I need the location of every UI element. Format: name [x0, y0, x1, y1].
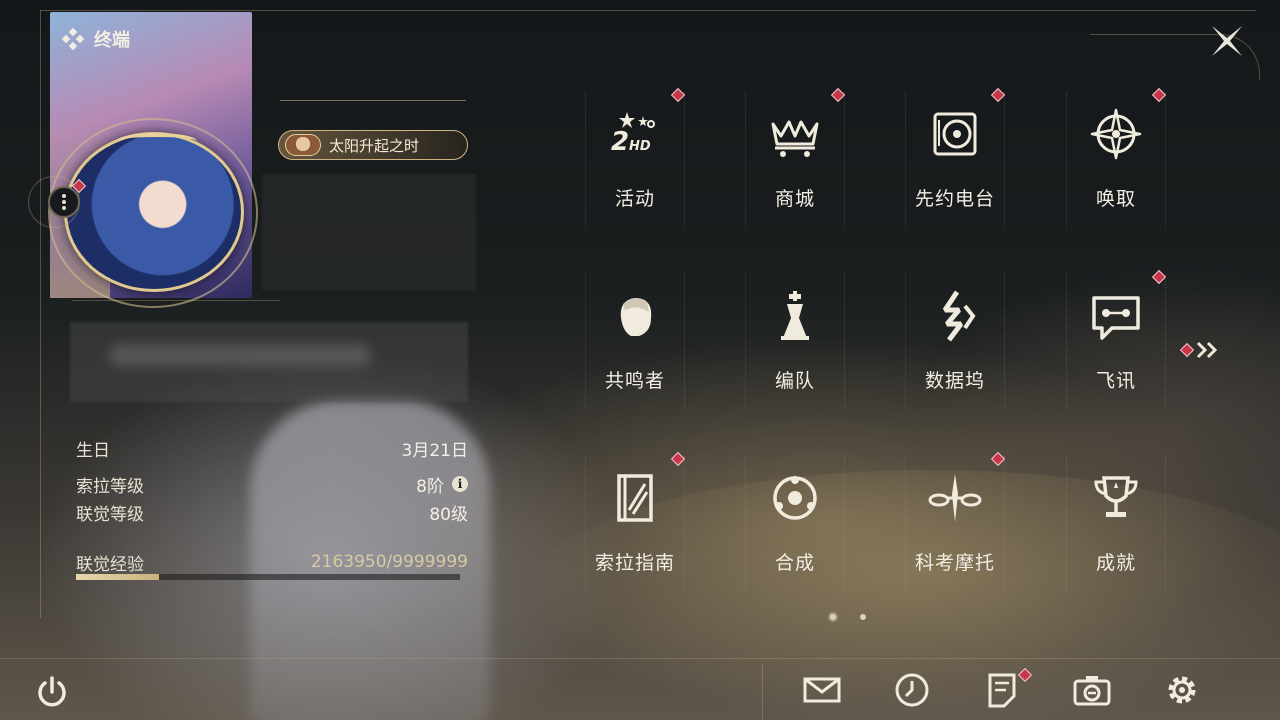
- more-options-button[interactable]: [48, 186, 80, 218]
- menu-item-team[interactable]: 编队: [745, 274, 845, 410]
- exp-progress-fill: [76, 574, 160, 580]
- double-chevron-right-icon: [1196, 341, 1218, 359]
- camera-icon: [1073, 676, 1111, 706]
- menu-item-convene[interactable]: 唤取: [1066, 87, 1167, 228]
- menu-item-event[interactable]: 2 HD 活动: [585, 87, 686, 228]
- notice-button[interactable]: [982, 670, 1022, 710]
- menu-item-shop[interactable]: 商城: [745, 87, 846, 228]
- vertical-ellipsis-icon: [62, 194, 66, 210]
- bottom-bar-vertical-divider: [762, 664, 763, 720]
- mail-button[interactable]: [802, 670, 842, 710]
- stat-value: 8阶: [416, 476, 444, 497]
- stat-union-level: 联觉等级 80级: [76, 500, 468, 525]
- exp-progress-bar: [76, 574, 460, 580]
- bottom-bar-divider: [0, 658, 1280, 659]
- profile-title-divider: [280, 100, 466, 101]
- stat-label: 索拉等级: [76, 476, 144, 497]
- activity-log-button[interactable]: [892, 670, 932, 710]
- menu-item-sol-guide[interactable]: 索拉指南: [585, 451, 686, 592]
- stat-value: 3月21日: [401, 440, 468, 461]
- stat-birthday: 生日 3月21日: [76, 436, 468, 461]
- next-page-button[interactable]: [1196, 340, 1220, 360]
- player-signature-obscured[interactable]: [70, 322, 468, 402]
- menu-item-data-dock[interactable]: 数据坞: [905, 274, 1005, 410]
- stat-label: 联觉经验: [76, 554, 144, 575]
- info-icon[interactable]: i: [452, 476, 468, 492]
- power-icon: [38, 676, 66, 707]
- title-badge-avatar: [285, 134, 321, 156]
- laurel-crown-icon: [117, 133, 197, 149]
- avatar[interactable]: [64, 132, 244, 292]
- menu-item-synthesis[interactable]: 合成: [745, 456, 845, 592]
- settings-button[interactable]: [1162, 670, 1202, 710]
- power-button[interactable]: [34, 674, 70, 710]
- menu-item-radio[interactable]: 先约电台: [905, 87, 1006, 228]
- menu-item-achievements[interactable]: 成就: [1066, 456, 1166, 592]
- stat-label: 生日: [76, 440, 110, 461]
- stat-value: 2163950/9999999: [310, 552, 468, 572]
- player-name-obscured: [262, 174, 476, 290]
- notice-document-icon: [988, 673, 1016, 708]
- next-page-badge: [1179, 342, 1195, 358]
- gear-icon: [1168, 676, 1196, 704]
- clock-icon: [895, 673, 929, 707]
- stat-value: 80级: [429, 504, 468, 525]
- stat-label: 联觉等级: [76, 504, 144, 525]
- page-title: 终端: [94, 30, 130, 51]
- terminal-header: 终端: [62, 26, 130, 52]
- close-star-icon: [1212, 26, 1242, 56]
- frame-left-line: [40, 10, 41, 618]
- diamond-cluster-icon: [62, 28, 84, 50]
- menu-item-messages[interactable]: 飞讯: [1066, 269, 1167, 410]
- stat-sol-rank: 索拉等级 8阶 i: [76, 472, 468, 497]
- menu-item-motorbike[interactable]: 科考摩托: [905, 451, 1006, 592]
- close-button[interactable]: [1208, 22, 1246, 60]
- page-indicator-2[interactable]: [860, 614, 866, 620]
- page-indicator-1[interactable]: [830, 614, 836, 620]
- title-badge[interactable]: 太阳升起之时: [278, 130, 468, 160]
- profile-divider: [72, 300, 280, 301]
- stat-union-exp: 联觉经验 2163950/9999999: [76, 550, 468, 575]
- mail-icon: [803, 677, 841, 703]
- photo-button[interactable]: [1072, 670, 1112, 710]
- menu-item-resonators[interactable]: 共鸣者: [585, 274, 685, 410]
- title-badge-label: 太阳升起之时: [329, 136, 420, 155]
- frame-top-line: [40, 10, 1256, 11]
